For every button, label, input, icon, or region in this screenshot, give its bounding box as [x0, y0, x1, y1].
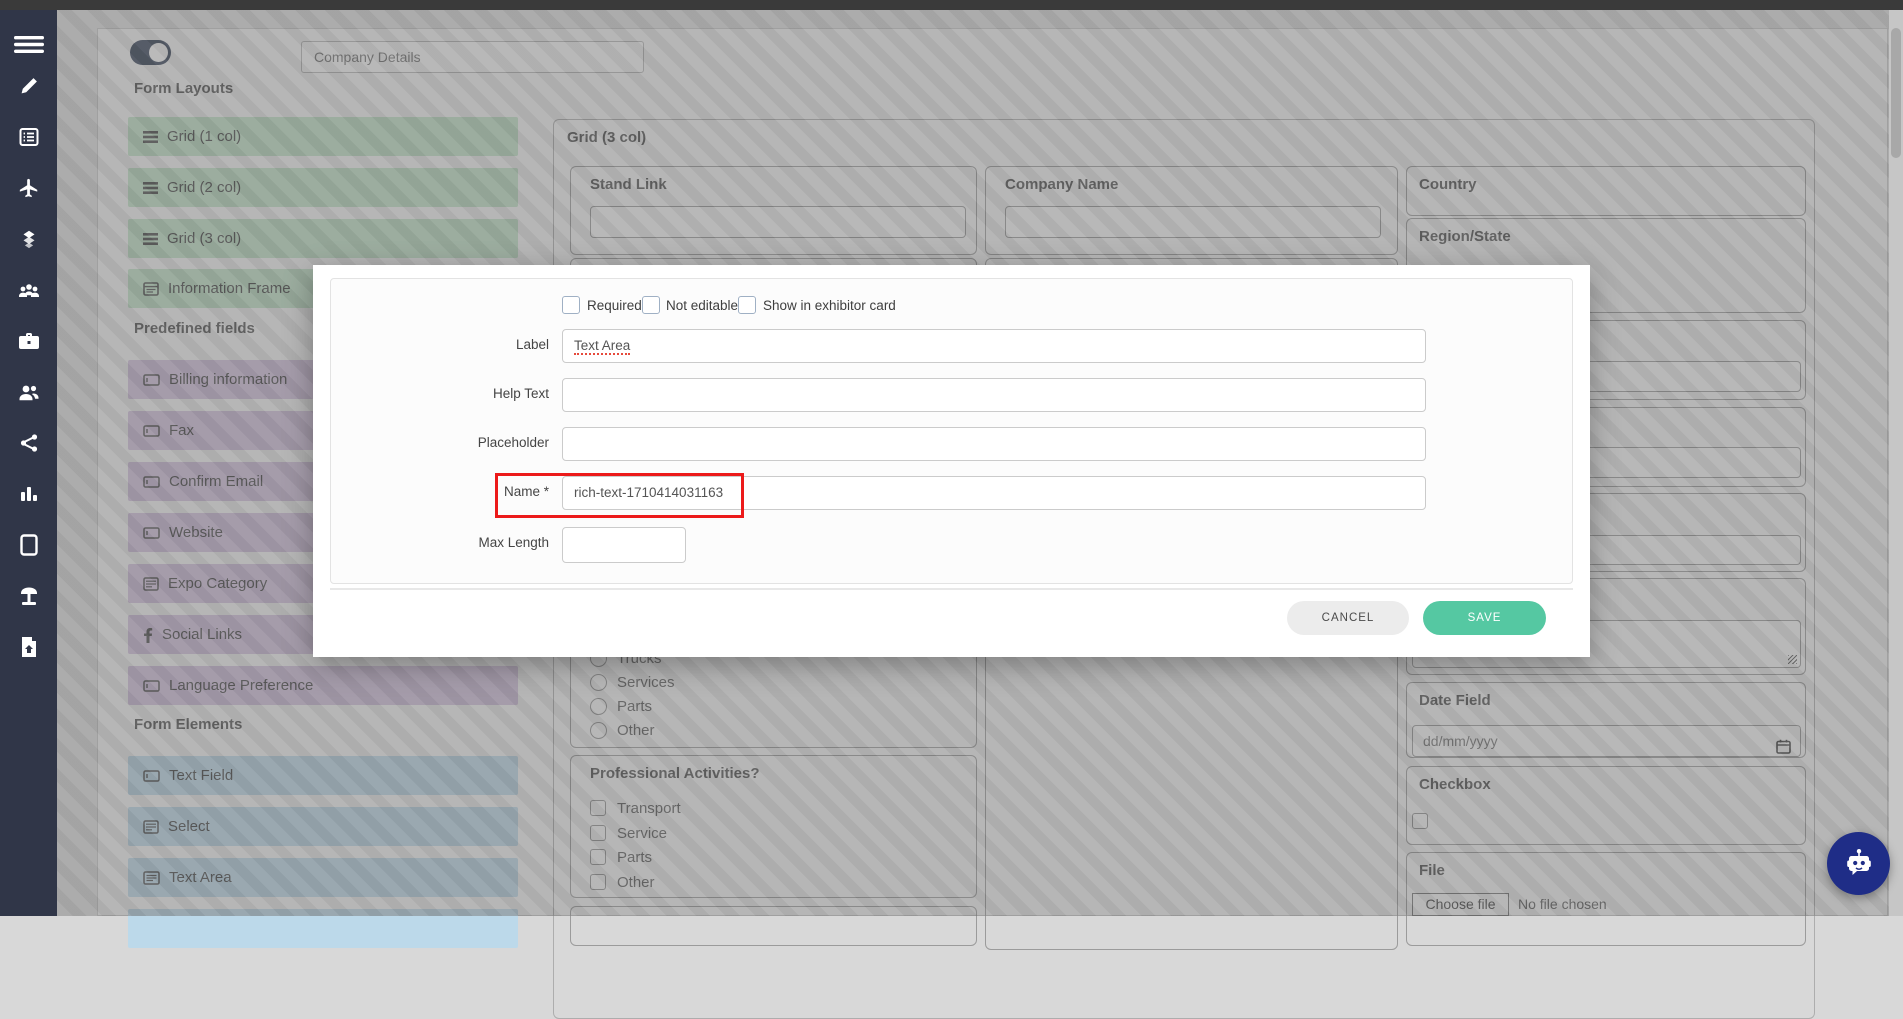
form-list-icon[interactable]: [0, 119, 57, 155]
robot-icon: [1839, 844, 1879, 884]
placeholder-input[interactable]: [562, 427, 1426, 461]
modal-divider: [330, 588, 1573, 590]
required-label: Required: [587, 298, 642, 313]
stats-icon[interactable]: [0, 476, 57, 512]
help-text-input[interactable]: [562, 378, 1426, 412]
field-settings-modal: Required Not editable Show in exhibitor …: [313, 265, 1590, 657]
show-in-exhibitor-card-label: Show in exhibitor card: [763, 298, 896, 313]
audience-icon[interactable]: [0, 272, 57, 308]
placeholder-row-label: Placeholder: [349, 435, 549, 450]
scrollbar-thumb[interactable]: [1891, 28, 1901, 158]
max-length-input[interactable]: [562, 527, 686, 563]
tablet-icon[interactable]: [0, 527, 57, 563]
cancel-button[interactable]: CANCEL: [1287, 601, 1409, 635]
label-input-value: Text Area: [574, 338, 630, 355]
chatbot-button[interactable]: [1827, 832, 1890, 895]
required-checkbox[interactable]: [562, 296, 580, 314]
share-icon[interactable]: [0, 425, 57, 461]
hamburger-menu-icon[interactable]: [0, 26, 57, 62]
not-editable-checkbox[interactable]: [642, 296, 660, 314]
label-row-label: Label: [349, 337, 549, 352]
visitors-icon[interactable]: [0, 374, 57, 410]
save-button[interactable]: SAVE: [1423, 601, 1546, 635]
help-text-row-label: Help Text: [349, 386, 549, 401]
plane-icon[interactable]: [0, 170, 57, 206]
app-root: Company Details Form Layouts Predefined …: [0, 0, 1903, 916]
top-bar: [0, 0, 1903, 10]
nav-sidebar: [0, 10, 57, 916]
label-input[interactable]: Text Area: [562, 329, 1426, 363]
expo-booth-icon[interactable]: [0, 578, 57, 614]
max-length-row-label: Max Length: [349, 535, 549, 550]
name-input[interactable]: rich-text-1710414031163: [562, 476, 1426, 510]
show-in-exhibitor-card-checkbox[interactable]: [738, 296, 756, 314]
name-row-label: Name *: [349, 484, 549, 499]
handshake-icon[interactable]: [0, 221, 57, 257]
name-input-value: rich-text-1710414031163: [574, 485, 723, 500]
file-export-icon[interactable]: [0, 629, 57, 665]
briefcase-icon[interactable]: [0, 323, 57, 359]
not-editable-label: Not editable: [666, 298, 738, 313]
scrollbar[interactable]: [1889, 10, 1903, 916]
pencil-icon[interactable]: [0, 68, 57, 104]
